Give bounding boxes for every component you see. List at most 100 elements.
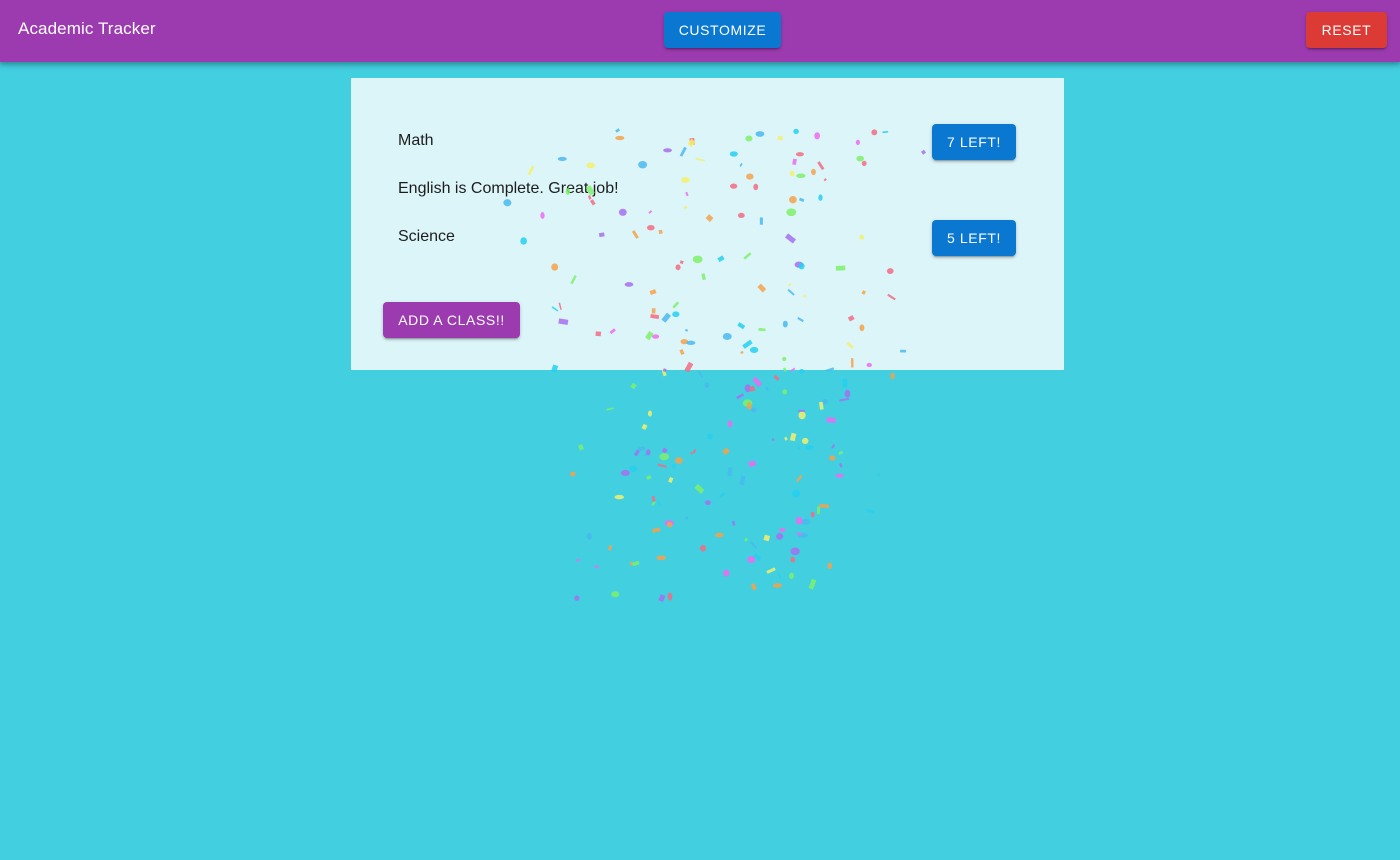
- confetti-piece: [835, 473, 844, 478]
- confetti-piece: [782, 389, 788, 395]
- confetti-piece: [790, 547, 800, 556]
- confetti-piece: [674, 457, 683, 464]
- confetti-piece: [631, 560, 640, 567]
- confetti-piece: [614, 494, 624, 500]
- confetti-piece: [651, 527, 661, 534]
- confetti-piece: [742, 399, 753, 407]
- class-row-science: Science 5 LEFT!: [398, 220, 1018, 256]
- confetti-piece: [779, 527, 786, 533]
- confetti-piece: [575, 558, 581, 562]
- confetti-piece: [644, 452, 649, 457]
- confetti-piece: [763, 534, 771, 542]
- confetti-piece: [646, 449, 651, 456]
- confetti-piece: [750, 583, 757, 591]
- confetti-piece: [739, 475, 746, 486]
- confetti-piece: [805, 445, 814, 450]
- confetti-piece: [608, 544, 613, 551]
- confetti-piece: [771, 438, 775, 441]
- confetti-piece: [766, 567, 776, 574]
- confetti-piece: [685, 516, 689, 520]
- customize-button[interactable]: CUSTOMIZE: [664, 12, 781, 48]
- confetti-piece: [789, 572, 795, 579]
- confetti-piece: [796, 532, 802, 536]
- confetti-piece: [727, 467, 733, 477]
- confetti-piece: [637, 446, 646, 452]
- confetti-piece: [641, 423, 648, 430]
- app-title: Academic Tracker: [18, 19, 156, 38]
- confetti-piece: [630, 382, 637, 390]
- confetti-piece: [606, 407, 614, 411]
- confetti-piece: [651, 496, 656, 502]
- confetti-piece: [838, 450, 844, 455]
- confetti-piece: [704, 500, 711, 506]
- confetti-piece: [842, 378, 848, 388]
- confetti-piece: [747, 556, 756, 563]
- confetti-piece: [753, 553, 762, 561]
- add-class-button[interactable]: ADD A CLASS!!: [383, 302, 520, 338]
- confetti-piece: [765, 386, 769, 391]
- confetti-piece: [690, 451, 694, 455]
- confetti-piece: [749, 541, 758, 549]
- confetti-piece: [752, 376, 763, 388]
- confetti-piece: [890, 372, 895, 380]
- confetti-piece: [633, 449, 640, 457]
- confetti-piece: [748, 460, 757, 468]
- confetti-piece: [776, 533, 784, 540]
- confetti-piece: [798, 411, 806, 420]
- confetti-piece: [723, 569, 730, 577]
- confetti-piece: [578, 444, 584, 451]
- confetti-piece: [866, 508, 875, 514]
- confetti-piece: [611, 591, 620, 598]
- math-remaining-button[interactable]: 7 LEFT!: [932, 124, 1016, 160]
- confetti-piece: [744, 384, 751, 393]
- confetti-piece: [831, 443, 836, 449]
- confetti-piece: [707, 433, 713, 440]
- confetti-piece: [826, 417, 836, 424]
- confetti-piece: [789, 432, 797, 442]
- confetti-piece: [790, 556, 796, 563]
- reset-button[interactable]: RESET: [1306, 12, 1387, 48]
- confetti-piece: [827, 562, 833, 570]
- confetti-piece: [802, 437, 809, 445]
- confetti-piece: [667, 592, 673, 601]
- confetti-piece: [746, 402, 752, 410]
- confetti-piece: [718, 492, 726, 498]
- confetti-piece: [751, 407, 757, 413]
- confetti-piece: [844, 389, 851, 398]
- confetti-piece: [570, 471, 576, 477]
- confetti-piece: [736, 393, 745, 400]
- confetti-piece: [772, 583, 783, 588]
- confetti-piece: [594, 565, 599, 569]
- confetti-piece: [657, 463, 667, 468]
- confetti-piece: [668, 476, 674, 484]
- confetti-piece: [715, 532, 724, 538]
- confetti-piece: [574, 595, 580, 601]
- confetti-piece: [838, 462, 843, 468]
- class-complete-message: English is Complete. Great job!: [398, 180, 619, 197]
- confetti-piece: [694, 483, 705, 494]
- confetti-piece: [795, 516, 803, 525]
- confetti-piece: [808, 578, 817, 590]
- confetti-piece: [586, 532, 592, 540]
- confetti-piece: [749, 385, 756, 392]
- confetti-piece: [819, 503, 830, 509]
- confetti-piece: [773, 374, 780, 381]
- confetti-piece: [629, 561, 633, 566]
- confetti-piece: [798, 409, 805, 412]
- confetti-piece: [796, 446, 801, 450]
- confetti-piece: [651, 501, 656, 506]
- confetti-piece: [876, 473, 881, 477]
- confetti-piece: [656, 555, 667, 561]
- confetti-piece: [821, 399, 828, 405]
- confetti-piece: [659, 453, 670, 461]
- confetti-piece: [629, 465, 638, 472]
- confetti-piece: [731, 520, 736, 526]
- confetti-piece: [795, 474, 803, 483]
- confetti-piece: [700, 544, 707, 552]
- confetti-piece: [784, 436, 788, 441]
- confetti-piece: [829, 455, 836, 461]
- confetti-piece: [657, 500, 661, 507]
- confetti-piece: [661, 369, 667, 377]
- science-remaining-button[interactable]: 5 LEFT!: [932, 220, 1016, 256]
- confetti-piece: [671, 464, 676, 469]
